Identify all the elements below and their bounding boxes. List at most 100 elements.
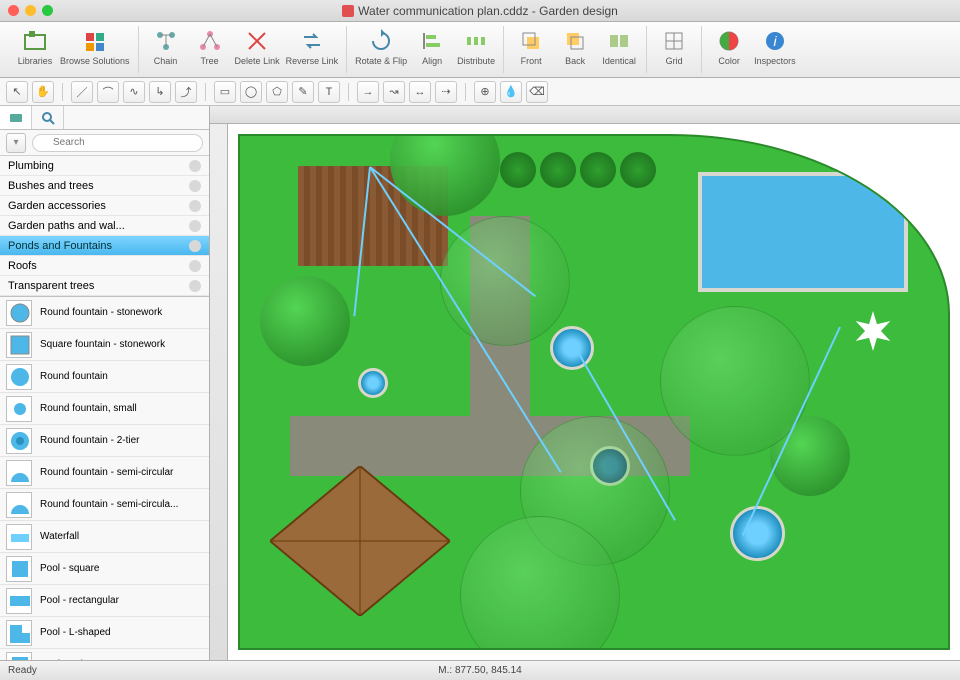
text-tool[interactable]: T [318,81,340,103]
bush-shape[interactable] [620,152,656,188]
shape-thumbnail [6,588,32,614]
shape-item-label: Round fountain - 2-tier [40,435,140,446]
canvas-area [210,106,960,660]
shape-item[interactable]: Pool - L-shaped [0,617,209,649]
arrow-arc-tool[interactable]: ↝ [383,81,405,103]
color-button[interactable]: Color [710,26,748,66]
shape-thumbnail [6,460,32,486]
category-row[interactable]: Roofs [0,256,209,276]
category-row[interactable]: Transparent trees [0,276,209,296]
tree-shape[interactable] [260,276,350,366]
arc-tool[interactable]: ⌒ [97,81,119,103]
category-row[interactable]: Bushes and trees [0,176,209,196]
category-row[interactable]: Ponds and Fountains [0,236,209,256]
round-fountain-shape[interactable] [550,326,594,370]
search-input[interactable] [32,134,203,152]
bezier-tool[interactable]: ✎ [292,81,314,103]
shape-item[interactable]: Round fountain - semi-circula... [0,489,209,521]
category-label: Bushes and trees [8,180,94,192]
identical-icon [606,28,632,54]
shape-item[interactable]: Round fountain - stonework [0,297,209,329]
pool-shape[interactable] [698,172,908,292]
shape-item[interactable]: Round fountain - 2-tier [0,425,209,457]
garden-shape[interactable] [238,134,950,650]
chain-button[interactable]: Chain [147,26,185,66]
reverse-link-icon [299,28,325,54]
back-button[interactable]: Back [556,26,594,66]
sidebar-search-row: ▾ [0,130,209,156]
shape-item-label: Waterfall [40,531,79,542]
status-coords: M.: 877.50, 845.14 [0,665,960,676]
polygon-tool[interactable]: ⬠ [266,81,288,103]
transparent-tree-shape[interactable] [660,306,810,456]
shape-thumbnail [6,364,32,390]
separator [348,83,349,101]
rect-tool[interactable]: ▭ [214,81,236,103]
category-row[interactable]: Garden accessories [0,196,209,216]
shape-item[interactable]: Pool - 2-tier [0,649,209,660]
pointer-tool[interactable]: ↖ [6,81,28,103]
tree-button[interactable]: Tree [191,26,229,66]
align-button[interactable]: Align [413,26,451,66]
shape-item[interactable]: Round fountain [0,361,209,393]
grid-button[interactable]: Grid [655,26,693,66]
align-icon [419,28,445,54]
ellipse-tool[interactable]: ◯ [240,81,262,103]
shape-item-label: Pool - L-shaped [40,627,111,638]
shape-item[interactable]: Round fountain, small [0,393,209,425]
inspectors-button[interactable]: i Inspectors [754,26,796,66]
bush-shape[interactable] [580,152,616,188]
category-label: Ponds and Fountains [8,240,112,252]
info-icon: i [762,28,788,54]
arrow-smart-tool[interactable]: ⇢ [435,81,457,103]
line-tool[interactable]: ／ [71,81,93,103]
drawing-canvas[interactable] [228,124,960,660]
hand-tool[interactable]: ✋ [32,81,54,103]
distribute-button[interactable]: Distribute [457,26,495,66]
library-menu-button[interactable]: ▾ [6,133,26,153]
shape-item[interactable]: Square fountain - stonework [0,329,209,361]
category-row[interactable]: Garden paths and wal... [0,216,209,236]
shape-item-label: Round fountain - semi-circula... [40,499,178,510]
distribute-icon [463,28,489,54]
umbrella-shape[interactable] [848,306,898,356]
delete-link-button[interactable]: Delete Link [235,26,280,66]
shape-item-label: Pool - 2-tier [40,659,92,660]
tab-search[interactable] [32,106,64,129]
identical-button[interactable]: Identical [600,26,638,66]
stamp-tool[interactable]: ⊕ [474,81,496,103]
rotate-flip-button[interactable]: Rotate & Flip [355,26,407,66]
spline-tool[interactable]: ∿ [123,81,145,103]
shape-item[interactable]: Round fountain - semi-circular [0,457,209,489]
back-icon [562,28,588,54]
eraser-tool[interactable]: ⌫ [526,81,548,103]
tab-shapes[interactable] [0,106,32,129]
arrow-line-tool[interactable]: → [357,81,379,103]
arrow-double-tool[interactable]: ↔ [409,81,431,103]
round-fountain-shape[interactable] [730,506,785,561]
shape-thumbnail [6,428,32,454]
disclosure-icon [189,220,201,232]
libraries-button[interactable]: Libraries [16,26,54,66]
separator [205,83,206,101]
shape-item[interactable]: Pool - rectangular [0,585,209,617]
eyedropper-tool[interactable]: 💧 [500,81,522,103]
browse-solutions-button[interactable]: Browse Solutions [60,26,130,66]
house-roof-shape[interactable] [270,466,450,616]
shape-item-label: Pool - rectangular [40,595,119,606]
connector-tool[interactable]: ↳ [149,81,171,103]
shape-item-label: Round fountain, small [40,403,137,414]
browse-icon [82,28,108,54]
shape-item-label: Pool - square [40,563,99,574]
main-toolbar: Libraries Browse Solutions Chain Tree De… [0,22,960,78]
bush-shape[interactable] [540,152,576,188]
window-title: Water communication plan.cddz - Garden d… [0,4,960,18]
shape-item[interactable]: Pool - square [0,553,209,585]
shape-item[interactable]: Waterfall [0,521,209,553]
front-button[interactable]: Front [512,26,550,66]
connector2-tool[interactable]: ⤴ [175,81,197,103]
bush-shape[interactable] [500,152,536,188]
category-row[interactable]: Plumbing [0,156,209,176]
small-fountain-shape[interactable] [358,368,388,398]
reverse-link-button[interactable]: Reverse Link [286,26,339,66]
